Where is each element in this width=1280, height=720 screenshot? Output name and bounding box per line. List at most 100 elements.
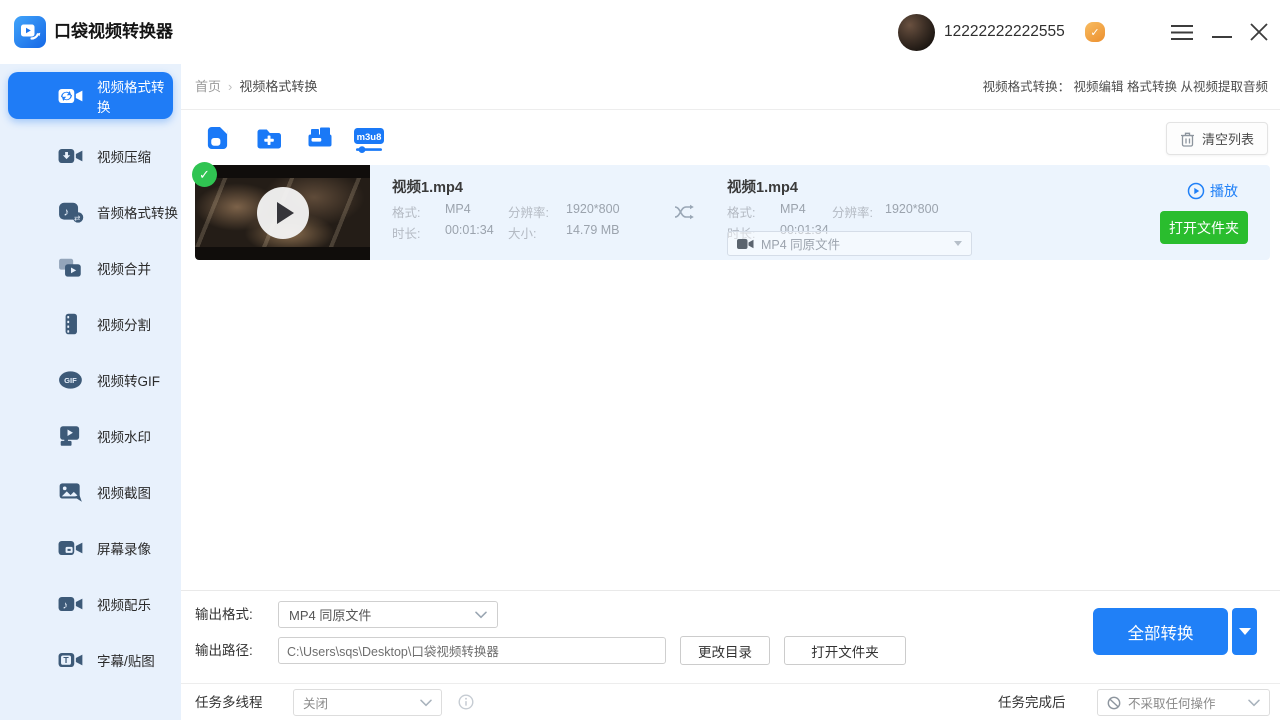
resolution-label: 分辨率:: [832, 202, 885, 221]
page-hint-text: 视频格式转换： 视频编辑 格式转换 从视频提取音频: [983, 64, 1268, 110]
row-output-format-value: MP4 同原文件: [761, 234, 840, 253]
output-format-select[interactable]: MP4 同原文件: [278, 601, 498, 628]
svg-text:♪: ♪: [63, 599, 68, 611]
sidebar-item-label: 视频转GIF: [97, 370, 160, 390]
video-camera-icon: [737, 238, 754, 250]
chevron-down-icon: [420, 699, 432, 707]
breadcrumb-row: 首页 › 视频格式转换 视频格式转换： 视频编辑 格式转换 从视频提取音频: [181, 64, 1280, 110]
play-label: 播放: [1210, 181, 1238, 201]
sidebar-item-video-music[interactable]: ♪ 视频配乐: [0, 576, 181, 632]
sidebar-item-screen-record[interactable]: 屏幕录像: [0, 520, 181, 576]
breadcrumb-home[interactable]: 首页: [195, 79, 221, 94]
toolbar: m3u8 清空列表: [181, 110, 1280, 166]
open-folder-button[interactable]: 打开文件夹: [784, 636, 906, 665]
minimize-icon[interactable]: [1210, 22, 1234, 42]
add-m3u8-button[interactable]: m3u8: [353, 127, 385, 153]
duration-value: 00:01:34: [445, 223, 508, 242]
output-format-label: 输出格式:: [195, 601, 253, 628]
play-link[interactable]: 播放: [1187, 181, 1238, 201]
sidebar-item-label: 视频截图: [97, 482, 151, 502]
convert-options-caret-button[interactable]: [1232, 608, 1257, 655]
chevron-down-icon: [1248, 699, 1260, 707]
sidebar-item-label: 视频配乐: [97, 594, 151, 614]
app-logo-icon: [14, 16, 46, 48]
play-circle-icon: [1187, 182, 1205, 200]
caret-down-icon: [954, 241, 962, 246]
after-task-select[interactable]: 不采取任何操作: [1097, 689, 1270, 716]
no-action-icon: [1107, 696, 1121, 710]
multithread-label: 任务多线程: [195, 684, 263, 720]
breadcrumb-separator: ›: [228, 79, 232, 94]
convert-arrows-icon: [674, 204, 696, 225]
title-bar: 口袋视频转换器 12222222222555 ✓: [0, 0, 1280, 64]
avatar[interactable]: [898, 14, 935, 51]
sidebar-item-label: 视频格式转换: [97, 76, 173, 116]
size-label: 大小:: [508, 223, 566, 242]
sidebar-item-audio-format-convert[interactable]: ♪ ⇄ 音频格式转换: [0, 184, 181, 240]
source-meta-line1: 格式: MP4 分辨率: 1920*800: [392, 202, 620, 221]
trash-icon: [1180, 131, 1195, 147]
sidebar-item-video-snapshot[interactable]: 视频截图: [0, 464, 181, 520]
sidebar-item-label: 音频格式转换: [97, 202, 178, 222]
breadcrumb-current: 视频格式转换: [239, 79, 317, 94]
size-value: 14.79 MB: [566, 223, 620, 242]
row-open-folder-button[interactable]: 打开文件夹: [1160, 211, 1248, 244]
vip-badge-icon: ✓: [1085, 22, 1105, 42]
target-meta-line1: 格式: MP4 分辨率: 1920*800: [727, 202, 939, 221]
multithread-value: 关闭: [303, 693, 328, 712]
sidebar-item-video-compress[interactable]: 视频压缩: [0, 128, 181, 184]
source-file-name: 视频1.mp4: [392, 176, 463, 197]
sidebar-item-video-merge[interactable]: 视频合并: [0, 240, 181, 296]
sidebar-item-label: 视频水印: [97, 426, 151, 446]
source-meta-line2: 时长: 00:01:34 大小: 14.79 MB: [392, 223, 620, 242]
format-label: 格式:: [727, 202, 780, 221]
output-path-label: 输出路径:: [195, 637, 253, 664]
resolution-label: 分辨率:: [508, 202, 566, 221]
multithread-select[interactable]: 关闭: [293, 689, 442, 716]
resolution-value: 1920*800: [566, 202, 620, 221]
sidebar-item-label: 视频合并: [97, 258, 151, 278]
svg-text:⇄: ⇄: [74, 214, 80, 223]
output-path-input[interactable]: [278, 637, 666, 664]
video-thumbnail[interactable]: [195, 165, 370, 260]
format-value: MP4: [445, 202, 508, 221]
main-panel: 首页 › 视频格式转换 视频格式转换： 视频编辑 格式转换 从视频提取音频: [181, 64, 1280, 720]
add-folder-button[interactable]: [256, 125, 282, 151]
format-label: 格式:: [392, 202, 445, 221]
sidebar: 视频格式转换 视频压缩 ♪ ⇄ 音频格式转换: [0, 64, 181, 720]
add-device-button[interactable]: [307, 125, 333, 151]
add-file-button[interactable]: [205, 125, 230, 151]
sidebar-item-label: 屏幕录像: [97, 538, 151, 558]
sidebar-item-label: 视频压缩: [97, 146, 151, 166]
breadcrumb: 首页 › 视频格式转换: [195, 64, 317, 110]
sidebar-item-video-watermark[interactable]: 视频水印: [0, 408, 181, 464]
app-title: 口袋视频转换器: [54, 0, 173, 64]
task-options-bar: 任务多线程 关闭 任务完成后 不采取任何操作: [181, 683, 1280, 720]
sidebar-item-label: 字幕/贴图: [97, 650, 155, 670]
info-icon[interactable]: [458, 694, 474, 715]
svg-text:GIF: GIF: [64, 376, 77, 385]
app-window: 口袋视频转换器 12222222222555 ✓ 视频格式转换: [0, 0, 1280, 720]
account-id: 12222222222555: [944, 0, 1065, 64]
convert-all-button[interactable]: 全部转换: [1093, 608, 1228, 655]
m3u8-icon-label: m3u8: [357, 132, 382, 143]
svg-text:♪: ♪: [64, 207, 70, 219]
sidebar-item-video-split[interactable]: 视频分割: [0, 296, 181, 352]
check-badge-icon: ✓: [192, 162, 217, 187]
close-icon[interactable]: [1247, 22, 1271, 42]
resolution-value: 1920*800: [885, 202, 939, 221]
sidebar-item-subtitle-sticker[interactable]: T 字幕/贴图: [0, 632, 181, 688]
sidebar-item-video-format-convert[interactable]: 视频格式转换: [8, 72, 173, 119]
clear-list-button[interactable]: 清空列表: [1166, 122, 1268, 155]
change-directory-button[interactable]: 更改目录: [680, 636, 770, 665]
format-value: MP4: [780, 202, 832, 221]
output-format-value: MP4 同原文件: [289, 605, 371, 624]
duration-label: 时长:: [392, 223, 445, 242]
chevron-down-icon: [475, 611, 487, 619]
target-file-name: 视频1.mp4: [727, 176, 798, 197]
play-overlay-icon[interactable]: [257, 187, 309, 239]
menu-icon[interactable]: [1170, 22, 1194, 42]
clear-list-label: 清空列表: [1202, 129, 1254, 148]
sidebar-item-video-to-gif[interactable]: GIF 视频转GIF: [0, 352, 181, 408]
row-output-format-select[interactable]: MP4 同原文件: [727, 231, 972, 256]
